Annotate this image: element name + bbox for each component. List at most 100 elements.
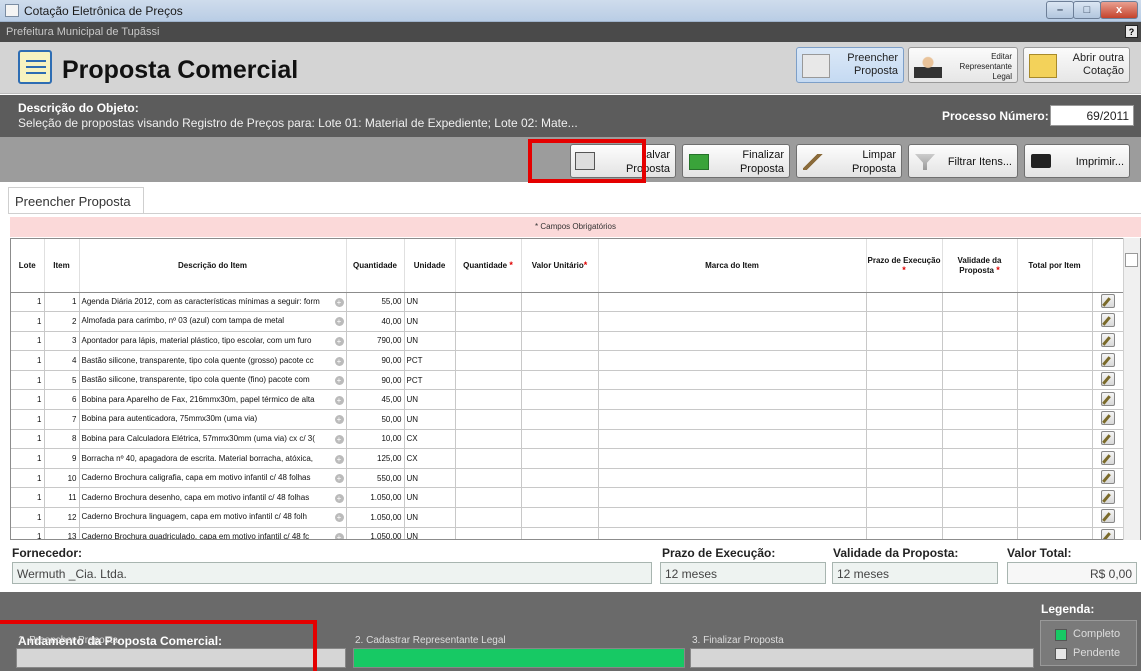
cell-total-input[interactable] bbox=[1017, 487, 1093, 509]
maximize-button[interactable]: □ bbox=[1073, 1, 1101, 19]
cell-validity-input[interactable] bbox=[942, 429, 1018, 450]
col-offer-quantity[interactable]: Quantidade * bbox=[455, 239, 522, 293]
table-row[interactable]: 1 2 + Almofada para carimbo, nº 03 (azul) c… bbox=[11, 311, 1124, 332]
grid-scroll-thumb[interactable] bbox=[1125, 253, 1138, 267]
cell-total-input[interactable] bbox=[1017, 527, 1093, 539]
edit-icon[interactable] bbox=[1100, 528, 1115, 539]
expand-icon[interactable]: + bbox=[334, 434, 344, 444]
cell-unit-value-input[interactable] bbox=[521, 389, 599, 411]
cell-offer-quantity-input[interactable] bbox=[455, 468, 522, 489]
col-description[interactable]: Descrição do Item bbox=[79, 239, 347, 293]
col-total[interactable]: Total por Item bbox=[1017, 239, 1093, 293]
cell-validity-input[interactable] bbox=[942, 468, 1018, 489]
cell-total-input[interactable] bbox=[1017, 331, 1093, 352]
close-button[interactable]: x bbox=[1100, 1, 1138, 19]
cell-brand-input[interactable] bbox=[598, 389, 867, 411]
cell-deadline-input[interactable] bbox=[866, 527, 943, 539]
cell-brand-input[interactable] bbox=[598, 468, 867, 489]
cell-brand-input[interactable] bbox=[598, 311, 867, 332]
edit-icon[interactable] bbox=[1100, 430, 1115, 445]
edit-icon[interactable] bbox=[1100, 470, 1115, 485]
cell-unit-value-input[interactable] bbox=[521, 311, 599, 332]
cell-validity-input[interactable] bbox=[942, 370, 1018, 391]
col-item[interactable]: Item bbox=[44, 239, 80, 293]
expand-icon[interactable]: + bbox=[334, 336, 344, 346]
cell-deadline-input[interactable] bbox=[866, 429, 943, 450]
cell-deadline-input[interactable] bbox=[866, 507, 943, 528]
edit-icon[interactable] bbox=[1100, 489, 1115, 504]
col-brand[interactable]: Marca do Item bbox=[598, 239, 867, 293]
help-button[interactable]: ? bbox=[1125, 25, 1138, 38]
cell-offer-quantity-input[interactable] bbox=[455, 487, 522, 509]
cell-deadline-input[interactable] bbox=[866, 389, 943, 411]
cell-validity-input[interactable] bbox=[942, 311, 1018, 332]
cell-deadline-input[interactable] bbox=[866, 370, 943, 391]
edit-icon[interactable] bbox=[1100, 411, 1115, 426]
table-row[interactable]: 1 4 + Bastão silicone, transparente, tipo c… bbox=[11, 350, 1124, 371]
expand-icon[interactable]: + bbox=[334, 493, 344, 503]
cell-brand-input[interactable] bbox=[598, 292, 867, 313]
col-deadline[interactable]: Prazo de Execução * bbox=[866, 239, 943, 293]
table-row[interactable]: 1 11 + Caderno Brochura desenho, capa em mo… bbox=[11, 487, 1124, 509]
expand-icon[interactable]: + bbox=[334, 454, 344, 464]
cell-brand-input[interactable] bbox=[598, 487, 867, 509]
col-quantity[interactable]: Quantidade bbox=[346, 239, 405, 293]
expand-icon[interactable]: + bbox=[334, 532, 344, 539]
cell-unit-value-input[interactable] bbox=[521, 448, 599, 469]
cell-offer-quantity-input[interactable] bbox=[455, 311, 522, 332]
cell-offer-quantity-input[interactable] bbox=[455, 389, 522, 411]
clear-proposal-button[interactable]: Limpar Proposta bbox=[796, 144, 902, 178]
expand-icon[interactable]: + bbox=[334, 356, 344, 366]
cell-deadline-input[interactable] bbox=[866, 468, 943, 489]
cell-deadline-input[interactable] bbox=[866, 311, 943, 332]
table-row[interactable]: 1 12 + Caderno Brochura linguagem, capa em … bbox=[11, 507, 1124, 528]
cell-total-input[interactable] bbox=[1017, 507, 1093, 528]
cell-offer-quantity-input[interactable] bbox=[455, 429, 522, 450]
edit-icon[interactable] bbox=[1100, 391, 1115, 406]
col-lote[interactable]: Lote bbox=[11, 239, 45, 293]
validity-field[interactable]: 12 meses bbox=[832, 562, 998, 584]
cell-validity-input[interactable] bbox=[942, 350, 1018, 371]
edit-representative-button[interactable]: Editar Representante Legal bbox=[908, 47, 1018, 83]
table-row[interactable]: 1 5 + Bastão silicone, transparente, tipo c… bbox=[11, 370, 1124, 391]
cell-unit-value-input[interactable] bbox=[521, 350, 599, 371]
cell-offer-quantity-input[interactable] bbox=[455, 292, 522, 313]
cell-validity-input[interactable] bbox=[942, 507, 1018, 528]
cell-unit-value-input[interactable] bbox=[521, 429, 599, 450]
cell-deadline-input[interactable] bbox=[866, 331, 943, 352]
col-validity[interactable]: Validade da Proposta * bbox=[942, 239, 1018, 293]
col-unit[interactable]: Unidade bbox=[404, 239, 456, 293]
cell-deadline-input[interactable] bbox=[866, 292, 943, 313]
col-unit-value[interactable]: Valor Unitário* bbox=[521, 239, 599, 293]
cell-brand-input[interactable] bbox=[598, 527, 867, 539]
cell-brand-input[interactable] bbox=[598, 370, 867, 391]
table-row[interactable]: 1 8 + Bobina para Calculadora Elétrica, 57m… bbox=[11, 429, 1124, 450]
table-row[interactable]: 1 6 + Bobina para Aparelho de Fax, 216mmx30… bbox=[11, 389, 1124, 411]
filter-items-button[interactable]: Filtrar Itens... bbox=[908, 144, 1018, 178]
cell-brand-input[interactable] bbox=[598, 507, 867, 528]
edit-icon[interactable] bbox=[1100, 293, 1115, 308]
open-quotation-button[interactable]: Abrir outra Cotação bbox=[1023, 47, 1130, 83]
cell-total-input[interactable] bbox=[1017, 292, 1093, 313]
cell-total-input[interactable] bbox=[1017, 448, 1093, 469]
cell-unit-value-input[interactable] bbox=[521, 527, 599, 539]
cell-offer-quantity-input[interactable] bbox=[455, 350, 522, 371]
cell-brand-input[interactable] bbox=[598, 429, 867, 450]
cell-unit-value-input[interactable] bbox=[521, 468, 599, 489]
cell-total-input[interactable] bbox=[1017, 468, 1093, 489]
tab-fill-proposal[interactable]: Preencher Proposta bbox=[8, 187, 144, 214]
edit-icon[interactable] bbox=[1100, 352, 1115, 367]
cell-total-input[interactable] bbox=[1017, 429, 1093, 450]
table-row[interactable]: 1 9 + Borracha nº 40, apagadora de escrita.… bbox=[11, 448, 1124, 469]
cell-validity-input[interactable] bbox=[942, 331, 1018, 352]
cell-unit-value-input[interactable] bbox=[521, 370, 599, 391]
cell-validity-input[interactable] bbox=[942, 527, 1018, 539]
cell-validity-input[interactable] bbox=[942, 487, 1018, 509]
cell-total-input[interactable] bbox=[1017, 389, 1093, 411]
table-row[interactable]: 1 1 + Agenda Diária 2012, com as caracterís… bbox=[11, 292, 1124, 313]
supplier-field[interactable]: Wermuth _Cia. Ltda. bbox=[12, 562, 652, 584]
cell-total-input[interactable] bbox=[1017, 370, 1093, 391]
cell-unit-value-input[interactable] bbox=[521, 409, 599, 430]
cell-total-input[interactable] bbox=[1017, 409, 1093, 430]
cell-validity-input[interactable] bbox=[942, 448, 1018, 469]
